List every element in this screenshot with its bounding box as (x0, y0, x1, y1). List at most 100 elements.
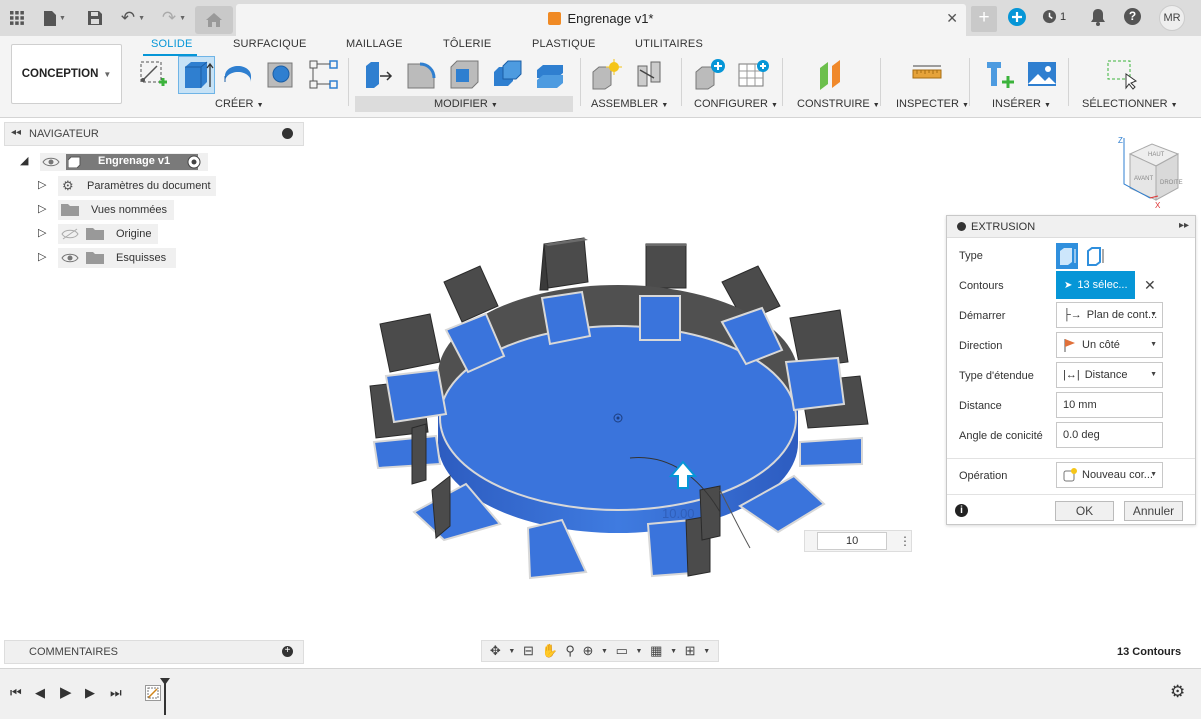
go-to-start-icon[interactable]: ⏮ (10, 685, 22, 701)
pattern-icon[interactable] (308, 58, 340, 90)
help-icon[interactable]: ? (1124, 8, 1141, 25)
viewports-icon[interactable]: ⊞ (685, 643, 696, 659)
expand-root-icon[interactable]: ◢ (20, 154, 28, 167)
extent-type-dropdown[interactable]: |↔| Distance ▼ (1056, 362, 1163, 388)
timeline-settings-gear-icon[interactable]: ⚙ (1170, 682, 1185, 702)
tab-plastique[interactable]: PLASTIQUE (532, 38, 596, 50)
tab-solide[interactable]: SOLIDE (151, 38, 193, 50)
group-selectionner[interactable]: SÉLECTIONNER ▼ (1082, 98, 1178, 110)
expand-dialog-icon[interactable]: ▸▸ (1179, 220, 1189, 231)
browser-root-row[interactable]: Engrenage v1 (40, 153, 208, 171)
combine-icon[interactable] (491, 58, 523, 90)
insert-canvas-icon[interactable] (1026, 58, 1058, 90)
group-assembler[interactable]: ASSEMBLER ▼ (591, 98, 668, 110)
sketch-feature-icon[interactable] (145, 685, 161, 701)
grid-dropdown-icon[interactable]: ▼ (670, 648, 677, 655)
insert-mcmaster-icon[interactable] (984, 58, 1016, 90)
collapse-panel-icon[interactable]: ◂◂ (11, 127, 21, 138)
redo-icon[interactable]: ↷ ▼ (158, 8, 190, 28)
viewports-dropdown-icon[interactable]: ▼ (703, 648, 710, 655)
clear-selection-icon[interactable]: ✕ (1144, 277, 1156, 294)
dialog-header[interactable]: EXTRUSION ▸▸ (947, 216, 1195, 238)
display-dropdown-icon[interactable]: ▼ (636, 648, 643, 655)
look-at-icon[interactable]: ⊟ (523, 643, 534, 659)
operation-dropdown[interactable]: Nouveau cor... ▼ (1056, 462, 1163, 488)
dialog-collapse-icon[interactable] (957, 222, 966, 231)
tab-tolerie[interactable]: TÔLERIE (443, 38, 491, 50)
tab-utilitaires[interactable]: UTILITAIRES (635, 38, 703, 50)
app-grid-icon[interactable] (8, 8, 26, 28)
home-tab[interactable] (195, 6, 233, 34)
more-vertical-icon[interactable]: ⋮ (899, 534, 911, 548)
expand-icon[interactable]: ▷ (38, 178, 46, 191)
shell-icon[interactable] (448, 58, 480, 90)
configure-icon[interactable] (694, 58, 726, 90)
undo-icon[interactable]: ↶ ▼ (116, 8, 150, 28)
root-component[interactable]: Engrenage v1 (66, 154, 198, 170)
group-inspecter[interactable]: INSPECTER ▼ (896, 98, 969, 110)
timeline-marker-handle[interactable] (160, 678, 170, 685)
group-creer[interactable]: CRÉER ▼ (215, 98, 264, 110)
construction-plane-icon[interactable] (817, 58, 849, 90)
distance-field[interactable]: 10 mm (1056, 392, 1163, 418)
type-thin-button[interactable] (1084, 243, 1106, 269)
notifications-bell-icon[interactable] (1090, 9, 1106, 29)
orbit-dropdown-icon[interactable]: ▼ (508, 648, 515, 655)
expand-icon[interactable]: ▷ (38, 202, 46, 215)
contours-selection-button[interactable]: ➤ 13 sélec... (1056, 271, 1135, 299)
expand-icon[interactable]: ▷ (38, 226, 46, 239)
fit-dropdown-icon[interactable]: ▼ (601, 648, 608, 655)
go-to-end-icon[interactable]: ⏭ (110, 685, 122, 701)
extrude-dialog[interactable]: EXTRUSION ▸▸ Type Contours ➤ 13 sélec... … (946, 215, 1196, 525)
hidden-eye-icon[interactable] (61, 228, 79, 240)
hole-icon[interactable] (265, 58, 297, 90)
group-construire[interactable]: CONSTRUIRE ▼ (797, 98, 880, 110)
tree-item-vues[interactable]: Vues nommées (58, 200, 174, 220)
visibility-eye-icon[interactable] (61, 252, 79, 264)
measure-icon[interactable] (911, 58, 943, 90)
close-tab-icon[interactable]: ✕ (946, 10, 958, 27)
browser-panel[interactable]: ◂◂ NAVIGATEUR (4, 122, 304, 146)
tree-item-esquisses[interactable]: Esquisses (58, 248, 176, 268)
create-sketch-icon[interactable] (137, 58, 169, 90)
visibility-eye-icon[interactable] (42, 156, 60, 168)
add-comment-icon[interactable]: + (282, 646, 293, 657)
new-component-icon[interactable] (590, 58, 622, 90)
fit-icon[interactable]: ⊕ (582, 643, 593, 659)
start-dropdown[interactable]: ├→ Plan de cont... ▼ (1056, 302, 1163, 328)
offset-face-icon[interactable] (534, 58, 566, 90)
tab-maillage[interactable]: MAILLAGE (346, 38, 403, 50)
activate-radio-icon[interactable] (187, 155, 201, 169)
direction-dropdown[interactable]: Un côté ▼ (1056, 332, 1163, 358)
document-tab[interactable]: Engrenage v1* ✕ (236, 4, 966, 36)
ok-button[interactable]: OK (1055, 501, 1114, 521)
taper-angle-field[interactable]: 0.0 deg (1056, 422, 1163, 448)
orbit-icon[interactable]: ✥ (490, 643, 501, 659)
display-settings-icon[interactable]: ▭ (616, 643, 628, 659)
fillet-icon[interactable] (405, 58, 437, 90)
joint-icon[interactable] (634, 58, 666, 90)
tree-item-origine[interactable]: Origine (58, 224, 158, 244)
viewcube[interactable]: HAUT AVANT DROITE Z X (1110, 132, 1186, 214)
save-icon[interactable] (86, 8, 104, 28)
step-forward-icon[interactable]: ▶ (85, 685, 95, 701)
group-modifier[interactable]: MODIFIER ▼ (434, 98, 498, 110)
select-icon[interactable] (1106, 58, 1138, 90)
press-pull-icon[interactable] (362, 58, 394, 90)
comments-panel[interactable]: COMMENTAIRES + (4, 640, 304, 664)
grid-icon[interactable]: ▦ (650, 643, 662, 659)
group-inserer[interactable]: INSÉRER ▼ (992, 98, 1051, 110)
new-tab-plus-icon[interactable]: + (971, 6, 997, 32)
pan-hand-icon[interactable]: ✋ (541, 643, 557, 659)
zoom-icon[interactable]: ⚲ (565, 643, 575, 659)
distance-input[interactable]: 10 (817, 532, 887, 550)
revolve-icon[interactable] (222, 58, 254, 90)
cancel-button[interactable]: Annuler (1124, 501, 1183, 521)
type-solid-button[interactable] (1056, 243, 1078, 269)
configuration-table-icon[interactable] (738, 58, 770, 90)
expand-icon[interactable]: ▷ (38, 250, 46, 263)
extrude-icon[interactable] (178, 56, 215, 94)
job-status[interactable]: 1 (1042, 9, 1066, 24)
step-back-icon[interactable]: ◀ (35, 685, 45, 701)
play-icon[interactable]: ▶ (60, 683, 72, 701)
